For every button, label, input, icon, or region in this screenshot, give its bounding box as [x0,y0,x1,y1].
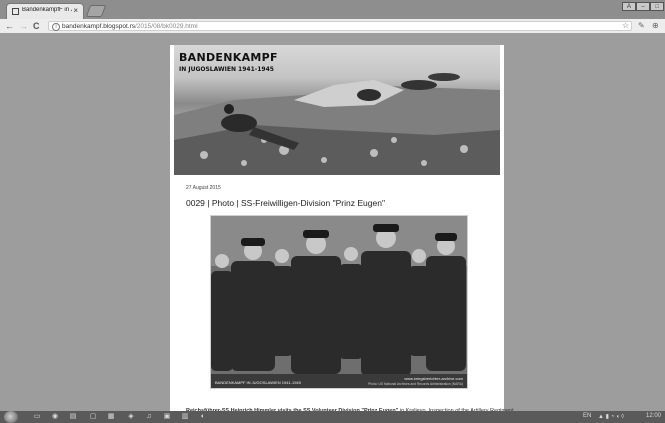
profile-button[interactable]: A [622,2,636,11]
extension-icon[interactable]: ✎ [638,21,645,30]
blog-subtitle: IN JUGOSLAWIEN 1941-1945 [179,66,274,73]
taskbar-item[interactable]: ◉ [50,412,60,422]
tab-active[interactable]: BandenkampfF in Jugoslav × [6,3,84,19]
tab-title: BandenkampfF in Jugoslav [22,7,72,13]
taskbar-item[interactable]: ▣ [162,412,172,422]
photo-watermark-left: BANDENKAMPF IN JUGOSLAWIEN 1941-1945 [215,380,301,385]
tab-close-icon[interactable]: × [73,6,78,15]
tray-icons[interactable]: ▲ ▮ ◔ ◖ ◊ [598,413,624,420]
blog-page: BANDENKAMPF IN JUGOSLAWIEN 1941-1945 27 … [170,45,515,414]
blog-header-banner[interactable]: BANDENKAMPF IN JUGOSLAWIEN 1941-1945 [174,45,500,175]
maximize-button[interactable]: □ [650,2,664,11]
banner-photo [174,73,500,175]
forward-icon[interactable]: → [19,20,28,32]
post-title[interactable]: 0029 | Photo | SS-Freiwilligen-Division … [186,198,385,208]
clock[interactable]: 12:00 [646,413,661,419]
photo-watermark-right: www.kriegsberichter-archive.com [404,376,463,381]
browser-toolbar: ← → C i bandenkampf.blogspot.rs/2015/08/… [0,19,665,34]
photo-credit: Photo: US National Archives and Records … [368,382,463,386]
back-icon[interactable]: ← [5,20,14,32]
site-info-icon[interactable]: i [52,23,60,31]
page-viewport[interactable]: BANDENKAMPF IN JUGOSLAWIEN 1941-1945 27 … [0,33,665,414]
post-photo[interactable]: BANDENKAMPF IN JUGOSLAWIEN 1941-1945 www… [210,215,468,389]
minimize-button[interactable]: – [636,2,650,11]
new-tab-button[interactable] [85,5,107,17]
url-text: bandenkampf.blogspot.rs/2015/08/bk0029.h… [62,22,198,31]
taskbar-item[interactable]: ▦ [106,412,116,422]
taskbar-item[interactable]: ◐ [198,412,208,422]
menu-icon[interactable]: ⊕ [652,21,659,30]
taskbar: ▭ ◉ ▤ ▢ ▦ ◈ ♫ ▣ ▥ ◐ EN ▲ ▮ ◔ ◖ ◊ 12:00 [0,411,665,423]
taskbar-item[interactable]: ▭ [32,412,42,422]
blog-title: BANDENKAMPF [179,51,278,64]
taskbar-item[interactable]: ▢ [88,412,98,422]
post-date: 27 August 2015 [186,185,221,191]
favicon-icon [12,8,19,15]
tab-strip: BandenkampfF in Jugoslav × A – □ [0,0,665,19]
url-path: /2015/08/bk0029.html [135,23,198,30]
bookmark-star-icon[interactable]: ☆ [622,21,629,30]
taskbar-item[interactable]: ♫ [144,412,154,422]
post-photo-image [211,216,467,388]
taskbar-item[interactable]: ▥ [180,412,190,422]
url-host: bandenkampf.blogspot.rs [62,23,135,30]
taskbar-item[interactable]: ◈ [126,412,136,422]
taskbar-item[interactable]: ▤ [68,412,78,422]
language-indicator[interactable]: EN [583,413,591,419]
address-bar[interactable]: i bandenkampf.blogspot.rs/2015/08/bk0029… [48,21,632,31]
start-button[interactable] [4,411,18,423]
reload-icon[interactable]: C [33,20,40,32]
